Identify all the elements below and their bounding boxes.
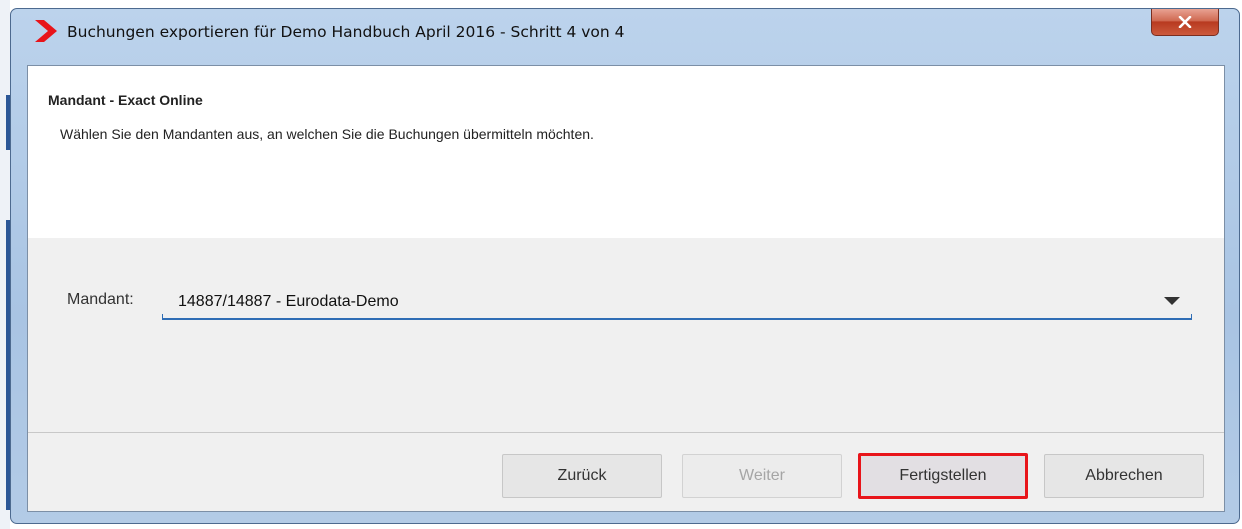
cancel-button[interactable]: Abbrechen (1044, 454, 1204, 498)
chevron-down-icon[interactable] (1164, 297, 1180, 305)
red-chevron-icon (33, 20, 59, 47)
finish-button[interactable]: Fertigstellen (858, 453, 1028, 499)
next-button[interactable]: Weiter (682, 454, 842, 498)
mandant-selected-value: 14887/14887 - Eurodata-Demo (178, 293, 399, 310)
back-button[interactable]: Zurück (502, 454, 662, 498)
step-description: Wählen Sie den Mandanten aus, an welchen… (60, 126, 594, 142)
wizard-header: Mandant - Exact Online Wählen Sie den Ma… (28, 66, 1224, 238)
dialog-content: Mandant - Exact Online Wählen Sie den Ma… (27, 65, 1225, 512)
title-bar[interactable]: Buchungen exportieren für Demo Handbuch … (11, 9, 1239, 55)
mandant-label: Mandant: (67, 291, 134, 308)
background-window-edge (0, 0, 10, 529)
footer-divider (28, 432, 1224, 433)
close-button[interactable] (1151, 9, 1219, 36)
mandant-select[interactable]: 14887/14887 - Eurodata-Demo (162, 284, 1192, 320)
export-dialog: Buchungen exportieren für Demo Handbuch … (10, 8, 1240, 524)
step-title: Mandant - Exact Online (48, 92, 203, 108)
close-icon (1178, 16, 1192, 28)
window-title: Buchungen exportieren für Demo Handbuch … (67, 23, 625, 41)
